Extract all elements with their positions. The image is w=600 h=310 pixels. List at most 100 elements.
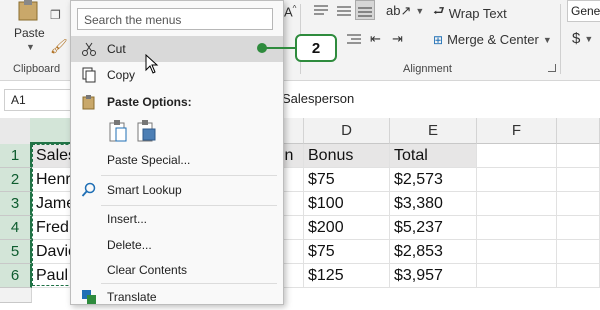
menu-item-delete[interactable]: Delete... [71, 232, 283, 258]
callout-connector [262, 47, 296, 49]
cell-e5[interactable]: $2,853 [390, 240, 477, 264]
cell-d1[interactable]: Bonus [304, 144, 390, 168]
chevron-down-icon: ▼ [415, 6, 425, 16]
cell-g1[interactable] [557, 144, 600, 168]
orientation-button[interactable]: ab↗ ▼ [386, 3, 424, 19]
context-menu: Search the menus Cut Copy Paste Options:… [70, 0, 284, 305]
cell-e1[interactable]: Total [390, 144, 477, 168]
row-header[interactable]: 6 [0, 264, 32, 288]
cell-d2[interactable]: $75 [304, 168, 390, 192]
cell-f5[interactable] [477, 240, 557, 264]
clipboard-group-label: Clipboard [13, 63, 61, 75]
cell-f6[interactable] [477, 264, 557, 288]
step-badge: 2 [295, 34, 337, 62]
column-header-d[interactable]: D [304, 118, 390, 144]
menu-item-smart-lookup[interactable]: Smart Lookup [71, 177, 283, 203]
alignment-group-label: Alignment [403, 63, 452, 75]
mouse-pointer-icon [145, 54, 159, 74]
menu-item-clear-contents[interactable]: Clear Contents [71, 257, 283, 283]
align-top-icon[interactable] [313, 4, 329, 18]
menu-item-label: Insert... [107, 212, 148, 226]
merge-center-button[interactable]: ⊞ Merge & Center ▼ [433, 32, 552, 47]
column-header-f[interactable]: F [477, 118, 557, 144]
chevron-down-icon: ▼ [542, 34, 552, 45]
align-right-icon[interactable] [346, 33, 362, 47]
paste-button[interactable]: Paste ▼ [8, 0, 48, 52]
font-size-increase-icon[interactable]: A^ [284, 4, 296, 19]
row-header[interactable]: 3 [0, 192, 32, 216]
cell-d6[interactable]: $125 [304, 264, 390, 288]
increase-indent-icon[interactable]: ⇥ [392, 31, 403, 47]
menu-item-label: Paste Special... [107, 153, 191, 167]
menu-item-insert[interactable]: Insert... [71, 206, 283, 232]
search-icon [81, 182, 96, 197]
name-box[interactable]: A1 [4, 89, 72, 111]
paste-picture-icon[interactable] [135, 119, 157, 143]
decrease-indent-icon[interactable]: ⇤ [370, 31, 381, 47]
cell-d3[interactable]: $100 [304, 192, 390, 216]
row-header[interactable] [0, 288, 32, 303]
row-header[interactable]: 1 [0, 144, 32, 168]
menu-item-label: Smart Lookup [107, 183, 182, 197]
cell-e6[interactable]: $3,957 [390, 264, 477, 288]
copy-icon [82, 67, 96, 83]
menu-item-copy[interactable]: Copy [71, 62, 283, 88]
column-header-e[interactable]: E [390, 118, 477, 144]
paste-label: Paste [14, 26, 45, 40]
wrap-text-icon: ⮐ [433, 3, 445, 18]
merge-center-label: Merge & Center [447, 32, 539, 47]
menu-item-translate[interactable]: Translate [71, 284, 283, 310]
wrap-text-button[interactable]: ⮐ Wrap Text [433, 2, 507, 24]
menu-item-label: Translate [107, 290, 157, 304]
menu-item-paste-options: Paste Options: [71, 89, 283, 115]
cell-f1[interactable] [477, 144, 557, 168]
callout-dot [257, 43, 267, 53]
paste-default-icon[interactable] [107, 119, 129, 143]
menu-item-label: Paste Options: [107, 95, 192, 109]
chevron-down-icon: ▼ [584, 33, 594, 44]
cell-e4[interactable]: $5,237 [390, 216, 477, 240]
cell-e2[interactable]: $2,573 [390, 168, 477, 192]
merge-center-icon: ⊞ [433, 32, 444, 47]
number-format-dropdown[interactable]: General [567, 0, 600, 22]
orientation-icon: ab↗ [386, 3, 412, 18]
align-bottom-icon [358, 7, 372, 17]
cell-g3[interactable] [557, 192, 600, 216]
column-header-g[interactable] [557, 118, 600, 144]
scissors-icon [82, 42, 96, 56]
accounting-format-button[interactable]: $ ▼ [572, 30, 593, 47]
currency-label: $ [572, 30, 581, 47]
menu-item-label: Cut [107, 42, 126, 56]
cell-g4[interactable] [557, 216, 600, 240]
cell-g5[interactable] [557, 240, 600, 264]
group-separator [560, 4, 561, 74]
menu-item-label: Clear Contents [107, 263, 188, 277]
copy-small-icon[interactable]: ❐ [50, 8, 61, 22]
cell-g2[interactable] [557, 168, 600, 192]
cell-g6[interactable] [557, 264, 600, 288]
row-header[interactable]: 4 [0, 216, 32, 240]
menu-item-label: Copy [107, 68, 136, 82]
wrap-text-label: Wrap Text [448, 5, 507, 21]
cell-f4[interactable] [477, 216, 557, 240]
menu-item-paste-special[interactable]: Paste Special... [71, 147, 283, 173]
row-header[interactable]: 5 [0, 240, 32, 264]
cell-f3[interactable] [477, 192, 557, 216]
formula-input[interactable]: Salesperson [276, 89, 600, 109]
menu-item-label: Delete... [107, 238, 152, 252]
paste-icon [82, 95, 95, 110]
cell-e3[interactable]: $3,380 [390, 192, 477, 216]
align-middle-icon[interactable] [336, 4, 352, 18]
select-all-corner[interactable] [0, 118, 31, 145]
cell-d4[interactable]: $200 [304, 216, 390, 240]
chevron-down-icon: ▼ [26, 42, 35, 52]
align-bottom-button[interactable] [355, 0, 375, 20]
clipboard-icon [18, 0, 38, 21]
menu-item-cut[interactable]: Cut [71, 36, 283, 62]
dialog-launcher-icon[interactable] [548, 64, 556, 72]
format-painter-icon[interactable]: 🖌 [50, 38, 68, 55]
menu-search-input[interactable]: Search the menus [77, 8, 273, 30]
row-header[interactable]: 2 [0, 168, 32, 192]
cell-d5[interactable]: $75 [304, 240, 390, 264]
cell-f2[interactable] [477, 168, 557, 192]
